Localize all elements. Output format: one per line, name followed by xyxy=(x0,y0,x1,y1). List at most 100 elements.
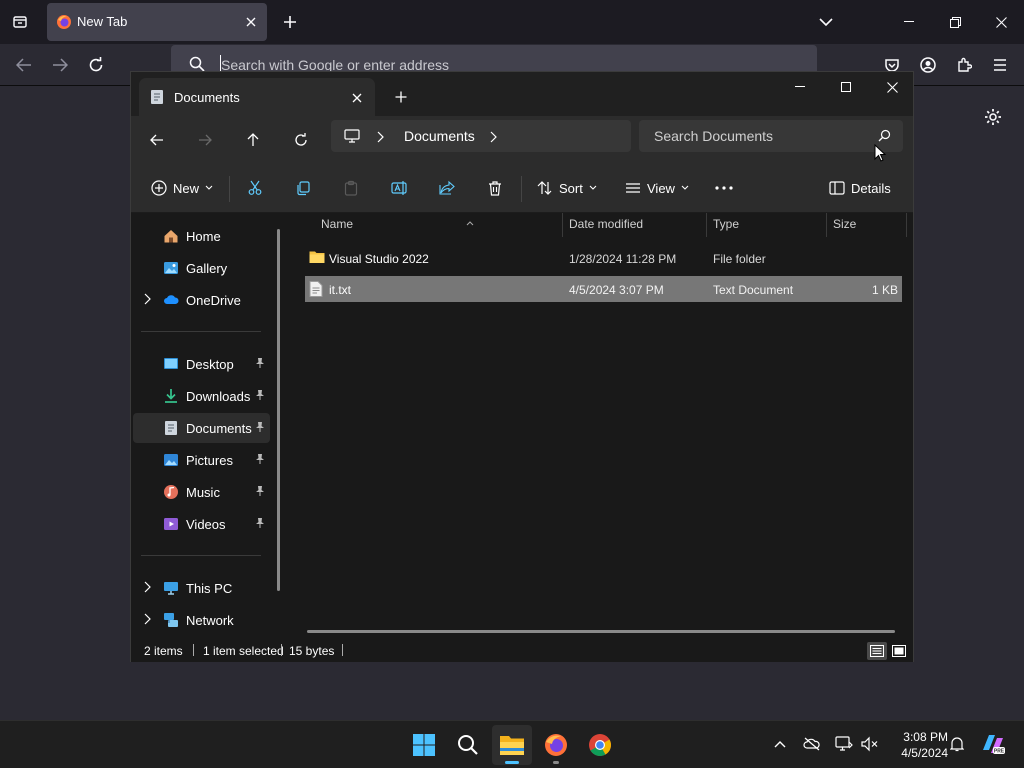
sort-button[interactable]: Sort xyxy=(537,174,597,202)
details-label: Details xyxy=(851,180,891,196)
share-button[interactable] xyxy=(439,174,455,202)
sidebar-item-this-pc[interactable]: This PC xyxy=(133,573,270,603)
chevron-right-icon[interactable] xyxy=(489,130,497,148)
scissors-icon xyxy=(248,180,262,195)
column-divider[interactable] xyxy=(826,213,827,237)
this-pc-icon xyxy=(163,580,179,596)
chevron-down-icon xyxy=(205,185,213,190)
browser-tab[interactable]: New Tab xyxy=(47,3,267,41)
column-header-size[interactable]: Size xyxy=(833,217,856,239)
file-explorer-icon[interactable] xyxy=(492,725,532,765)
maximize-icon[interactable] xyxy=(823,72,869,102)
reload-icon[interactable] xyxy=(82,51,110,79)
forward-icon[interactable] xyxy=(191,126,219,154)
clock-date: 4/5/2024 xyxy=(901,746,948,760)
home-icon xyxy=(163,228,179,244)
cut-button[interactable] xyxy=(247,174,263,202)
close-tab-icon[interactable] xyxy=(241,12,261,32)
new-tab-icon[interactable] xyxy=(279,11,301,33)
view-button[interactable]: View xyxy=(625,174,689,202)
sidebar-item-gallery[interactable]: Gallery xyxy=(133,253,270,283)
refresh-icon[interactable] xyxy=(287,126,315,154)
horizontal-scrollbar[interactable] xyxy=(307,630,895,633)
pin-icon[interactable] xyxy=(255,389,265,404)
chevron-right-icon[interactable] xyxy=(143,293,151,308)
firefox-icon[interactable] xyxy=(536,725,576,765)
display-icon[interactable] xyxy=(833,733,855,755)
search-input[interactable]: Search Documents xyxy=(639,120,903,152)
list-all-tabs-icon[interactable] xyxy=(8,10,32,34)
more-options-icon[interactable] xyxy=(715,174,733,202)
paste-button[interactable] xyxy=(343,174,359,202)
sidebar-item-desktop[interactable]: Desktop xyxy=(133,349,270,379)
notification-bell-icon[interactable] xyxy=(946,733,968,755)
music-icon xyxy=(163,484,179,500)
menu-icon[interactable] xyxy=(986,51,1014,79)
minimize-icon[interactable] xyxy=(886,0,932,44)
table-row[interactable]: it.txt 4/5/2024 3:07 PM Text Document 1 … xyxy=(305,276,902,302)
column-header-type[interactable]: Type xyxy=(713,217,739,239)
sort-label: Sort xyxy=(559,180,583,196)
search-icon[interactable] xyxy=(448,725,488,765)
restore-icon[interactable] xyxy=(932,0,978,44)
active-indicator xyxy=(505,761,519,764)
address-bar[interactable]: Documents xyxy=(331,120,631,152)
onedrive-offline-icon[interactable] xyxy=(801,733,823,755)
sidebar-item-pictures[interactable]: Pictures xyxy=(133,445,270,475)
column-divider[interactable] xyxy=(562,213,563,237)
pin-icon[interactable] xyxy=(255,357,265,372)
forward-icon[interactable] xyxy=(46,51,74,79)
sidebar-item-videos[interactable]: Videos xyxy=(133,509,270,539)
chevron-up-icon[interactable] xyxy=(769,733,791,755)
pin-icon[interactable] xyxy=(255,453,265,468)
status-divider xyxy=(193,644,194,656)
column-divider[interactable] xyxy=(906,213,907,237)
chevron-right-icon[interactable] xyxy=(143,613,151,628)
copilot-icon[interactable]: PRE xyxy=(980,731,1006,757)
chevron-down-icon[interactable] xyxy=(815,11,837,33)
back-icon[interactable] xyxy=(143,126,171,154)
sidebar-item-network[interactable]: Network xyxy=(133,605,270,635)
nav-scrollbar[interactable] xyxy=(277,229,280,591)
explorer-tab[interactable]: Documents xyxy=(139,78,375,116)
gear-icon[interactable] xyxy=(982,106,1004,128)
monitor-icon[interactable] xyxy=(344,128,360,149)
close-tab-icon[interactable] xyxy=(347,88,367,108)
sidebar-item-downloads[interactable]: Downloads xyxy=(133,381,270,411)
back-icon[interactable] xyxy=(10,51,38,79)
chevron-right-icon[interactable] xyxy=(376,130,384,148)
account-icon[interactable] xyxy=(914,51,942,79)
details-view-icon[interactable] xyxy=(867,642,887,660)
close-window-icon[interactable] xyxy=(978,0,1024,44)
new-button[interactable]: New xyxy=(151,174,213,202)
pin-icon[interactable] xyxy=(255,421,265,436)
system-clock[interactable]: 3:08 PM 4/5/2024 xyxy=(884,729,948,761)
close-window-icon[interactable] xyxy=(869,72,915,102)
breadcrumb-documents[interactable]: Documents xyxy=(404,128,475,144)
rename-button[interactable] xyxy=(391,174,409,202)
file-size: 1 KB xyxy=(871,283,898,297)
column-divider[interactable] xyxy=(706,213,707,237)
toolbar-divider xyxy=(229,176,230,202)
pin-icon[interactable] xyxy=(255,485,265,500)
start-icon[interactable] xyxy=(404,725,444,765)
large-icons-view-icon[interactable] xyxy=(889,642,909,660)
chevron-right-icon[interactable] xyxy=(143,581,151,596)
column-header-name[interactable]: Name xyxy=(321,217,474,239)
copy-button[interactable] xyxy=(295,174,311,202)
new-tab-icon[interactable] xyxy=(390,86,412,108)
extensions-icon[interactable] xyxy=(950,51,978,79)
volume-muted-icon[interactable] xyxy=(858,733,880,755)
pin-icon[interactable] xyxy=(255,517,265,532)
minimize-icon[interactable] xyxy=(777,72,823,102)
sidebar-item-music[interactable]: Music xyxy=(133,477,270,507)
table-row[interactable]: Visual Studio 2022 1/28/2024 11:28 PM Fi… xyxy=(305,245,902,271)
sidebar-item-onedrive[interactable]: OneDrive xyxy=(133,285,270,315)
delete-button[interactable] xyxy=(487,174,503,202)
column-header-date[interactable]: Date modified xyxy=(569,217,643,239)
chrome-icon[interactable] xyxy=(580,725,620,765)
up-icon[interactable] xyxy=(239,126,267,154)
details-button[interactable]: Details xyxy=(829,174,891,202)
sidebar-item-home[interactable]: Home xyxy=(133,221,270,251)
sidebar-item-documents[interactable]: Documents xyxy=(133,413,270,443)
